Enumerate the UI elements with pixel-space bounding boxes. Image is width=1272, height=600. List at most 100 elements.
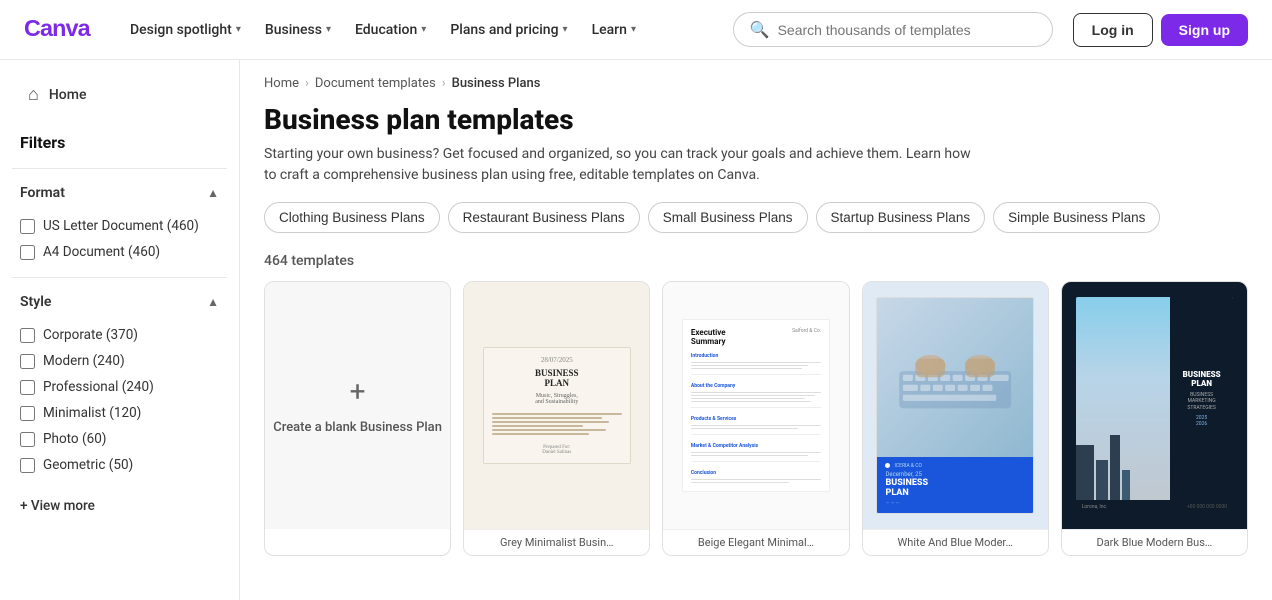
- svg-text:Canva: Canva: [24, 15, 92, 41]
- filter-option-us-letter[interactable]: US Letter Document (460): [12, 213, 227, 239]
- card-5-preview: BUSINESSPLAN BUSINESSMARKETINGSTRATEGIES…: [1076, 297, 1233, 514]
- filter-option-professional-label: Professional (240): [43, 379, 154, 395]
- nav-plans-pricing-label: Plans and pricing: [450, 22, 558, 38]
- filter-checkbox-corporate[interactable]: [20, 328, 35, 343]
- template-card-white-blue[interactable]: ICERIA & CO December, 25 BUSINESSPLAN ··…: [862, 281, 1049, 556]
- card-3-label: Beige Elegant Minimal…: [663, 529, 848, 555]
- card-2-preview: 28/07/2025 BUSINESSPLAN Music, Struggles…: [483, 347, 631, 465]
- card-3-preview: ExecutiveSummary Salford & Co. Introduct…: [682, 319, 830, 493]
- nav-business[interactable]: Business ▾: [255, 16, 341, 44]
- filter-checkbox-geometric[interactable]: [20, 458, 35, 473]
- filter-checkbox-modern[interactable]: [20, 354, 35, 369]
- filter-checkbox-photo[interactable]: [20, 432, 35, 447]
- filter-option-corporate-label: Corporate (370): [43, 327, 138, 343]
- format-filter-header[interactable]: Format ▲: [12, 177, 227, 209]
- filter-option-photo[interactable]: Photo (60): [12, 426, 227, 452]
- divider: [12, 277, 227, 278]
- card-4-label: White And Blue Moder…: [863, 529, 1048, 555]
- filter-checkbox-us-letter[interactable]: [20, 219, 35, 234]
- filter-option-photo-label: Photo (60): [43, 431, 106, 447]
- signup-button[interactable]: Sign up: [1161, 14, 1248, 46]
- nav-education-label: Education: [355, 22, 417, 38]
- nav-education[interactable]: Education ▾: [345, 16, 436, 44]
- nav-learn[interactable]: Learn ▾: [582, 16, 646, 44]
- search-icon: 🔍: [750, 20, 770, 39]
- card-4-preview: ICERIA & CO December, 25 BUSINESSPLAN ··…: [876, 297, 1033, 514]
- breadcrumb-home[interactable]: Home: [264, 76, 299, 91]
- tag-startup[interactable]: Startup Business Plans: [816, 202, 986, 233]
- nav-plans-pricing[interactable]: Plans and pricing ▾: [440, 16, 577, 44]
- sidebar-home[interactable]: ⌂ Home: [8, 76, 231, 113]
- tag-small[interactable]: Small Business Plans: [648, 202, 808, 233]
- style-filter-header[interactable]: Style ▲: [12, 286, 227, 318]
- breadcrumb-sep-2: ›: [442, 76, 446, 91]
- filter-checkbox-minimalist[interactable]: [20, 406, 35, 421]
- card-2-label: Grey Minimalist Busin…: [464, 529, 649, 555]
- main-layout: ⌂ Home Filters Format ▲ US Letter Docume…: [0, 60, 1272, 600]
- view-more-button[interactable]: + View more: [0, 490, 239, 522]
- card-3-thumb: ExecutiveSummary Salford & Co. Introduct…: [663, 282, 848, 529]
- filter-option-minimalist[interactable]: Minimalist (120): [12, 400, 227, 426]
- filter-checkbox-professional[interactable]: [20, 380, 35, 395]
- filter-option-professional[interactable]: Professional (240): [12, 374, 227, 400]
- style-filter-options: Corporate (370) Modern (240) Professiona…: [12, 318, 227, 482]
- page-description: Starting your own business? Get focused …: [240, 144, 1000, 202]
- card-5-photo: BUSINESSPLAN BUSINESSMARKETINGSTRATEGIES…: [1076, 297, 1233, 500]
- filter-checkbox-a4[interactable]: [20, 245, 35, 260]
- filters-heading: Filters: [0, 121, 239, 160]
- filter-option-geometric-label: Geometric (50): [43, 457, 133, 473]
- home-icon: ⌂: [28, 84, 39, 105]
- blank-card-label: Create a blank Business Plan: [265, 420, 450, 435]
- content-area: Home › Document templates › Business Pla…: [240, 60, 1272, 600]
- nav-actions: Log in Sign up: [1073, 13, 1248, 47]
- breadcrumb-current: Business Plans: [452, 76, 541, 91]
- style-filter-section: Style ▲ Corporate (370) Modern (240) Pro…: [0, 286, 239, 482]
- card-5-label: Dark Blue Modern Bus…: [1062, 529, 1247, 555]
- card-4-photo: [877, 298, 1032, 457]
- filter-option-modern-label: Modern (240): [43, 353, 125, 369]
- breadcrumb-sep-1: ›: [305, 76, 309, 91]
- card-2-thumb: 28/07/2025 BUSINESSPLAN Music, Struggles…: [464, 282, 649, 529]
- divider: [12, 168, 227, 169]
- filter-option-a4-label: A4 Document (460): [43, 244, 160, 260]
- canva-logo[interactable]: Canva: [24, 14, 96, 46]
- nav-design-spotlight[interactable]: Design spotlight ▾: [120, 16, 251, 44]
- nav-business-label: Business: [265, 22, 322, 38]
- search-bar[interactable]: 🔍: [733, 12, 1053, 47]
- chevron-up-icon: ▲: [207, 295, 219, 309]
- format-filter-label: Format: [20, 185, 65, 201]
- navbar: Canva Design spotlight ▾ Business ▾ Educ…: [0, 0, 1272, 60]
- nav-design-spotlight-label: Design spotlight: [130, 22, 232, 38]
- template-card-dark-blue[interactable]: BUSINESSPLAN BUSINESSMARKETINGSTRATEGIES…: [1061, 281, 1248, 556]
- plus-icon: +: [350, 375, 366, 408]
- blank-template-card[interactable]: + Create a blank Business Plan: [264, 281, 451, 556]
- format-filter-options: US Letter Document (460) A4 Document (46…: [12, 209, 227, 269]
- breadcrumb-document-templates[interactable]: Document templates: [315, 76, 436, 91]
- tag-restaurant[interactable]: Restaurant Business Plans: [448, 202, 640, 233]
- login-button[interactable]: Log in: [1073, 13, 1153, 47]
- filter-option-corporate[interactable]: Corporate (370): [12, 322, 227, 348]
- filter-option-a4[interactable]: A4 Document (460): [12, 239, 227, 265]
- breadcrumb: Home › Document templates › Business Pla…: [240, 60, 1272, 99]
- tag-simple[interactable]: Simple Business Plans: [993, 202, 1160, 233]
- chevron-down-icon: ▾: [563, 24, 568, 35]
- search-input[interactable]: [778, 22, 1036, 38]
- card-4-thumb: ICERIA & CO December, 25 BUSINESSPLAN ··…: [863, 282, 1048, 529]
- tag-clothing[interactable]: Clothing Business Plans: [264, 202, 440, 233]
- chevron-down-icon: ▾: [421, 24, 426, 35]
- chevron-down-icon: ▾: [236, 24, 241, 35]
- chevron-down-icon: ▾: [631, 24, 636, 35]
- format-filter-section: Format ▲ US Letter Document (460) A4 Doc…: [0, 177, 239, 269]
- nav-learn-label: Learn: [592, 22, 627, 38]
- templates-grid: + Create a blank Business Plan 28/07/202…: [240, 281, 1272, 580]
- template-card-grey-minimalist[interactable]: 28/07/2025 BUSINESSPLAN Music, Struggles…: [463, 281, 650, 556]
- chevron-down-icon: ▾: [326, 24, 331, 35]
- filter-option-minimalist-label: Minimalist (120): [43, 405, 141, 421]
- sidebar: ⌂ Home Filters Format ▲ US Letter Docume…: [0, 60, 240, 600]
- filter-option-us-letter-label: US Letter Document (460): [43, 218, 199, 234]
- nav-links: Design spotlight ▾ Business ▾ Education …: [120, 16, 725, 44]
- filter-option-geometric[interactable]: Geometric (50): [12, 452, 227, 478]
- template-card-beige-elegant[interactable]: ExecutiveSummary Salford & Co. Introduct…: [662, 281, 849, 556]
- sidebar-home-label: Home: [49, 87, 87, 103]
- filter-option-modern[interactable]: Modern (240): [12, 348, 227, 374]
